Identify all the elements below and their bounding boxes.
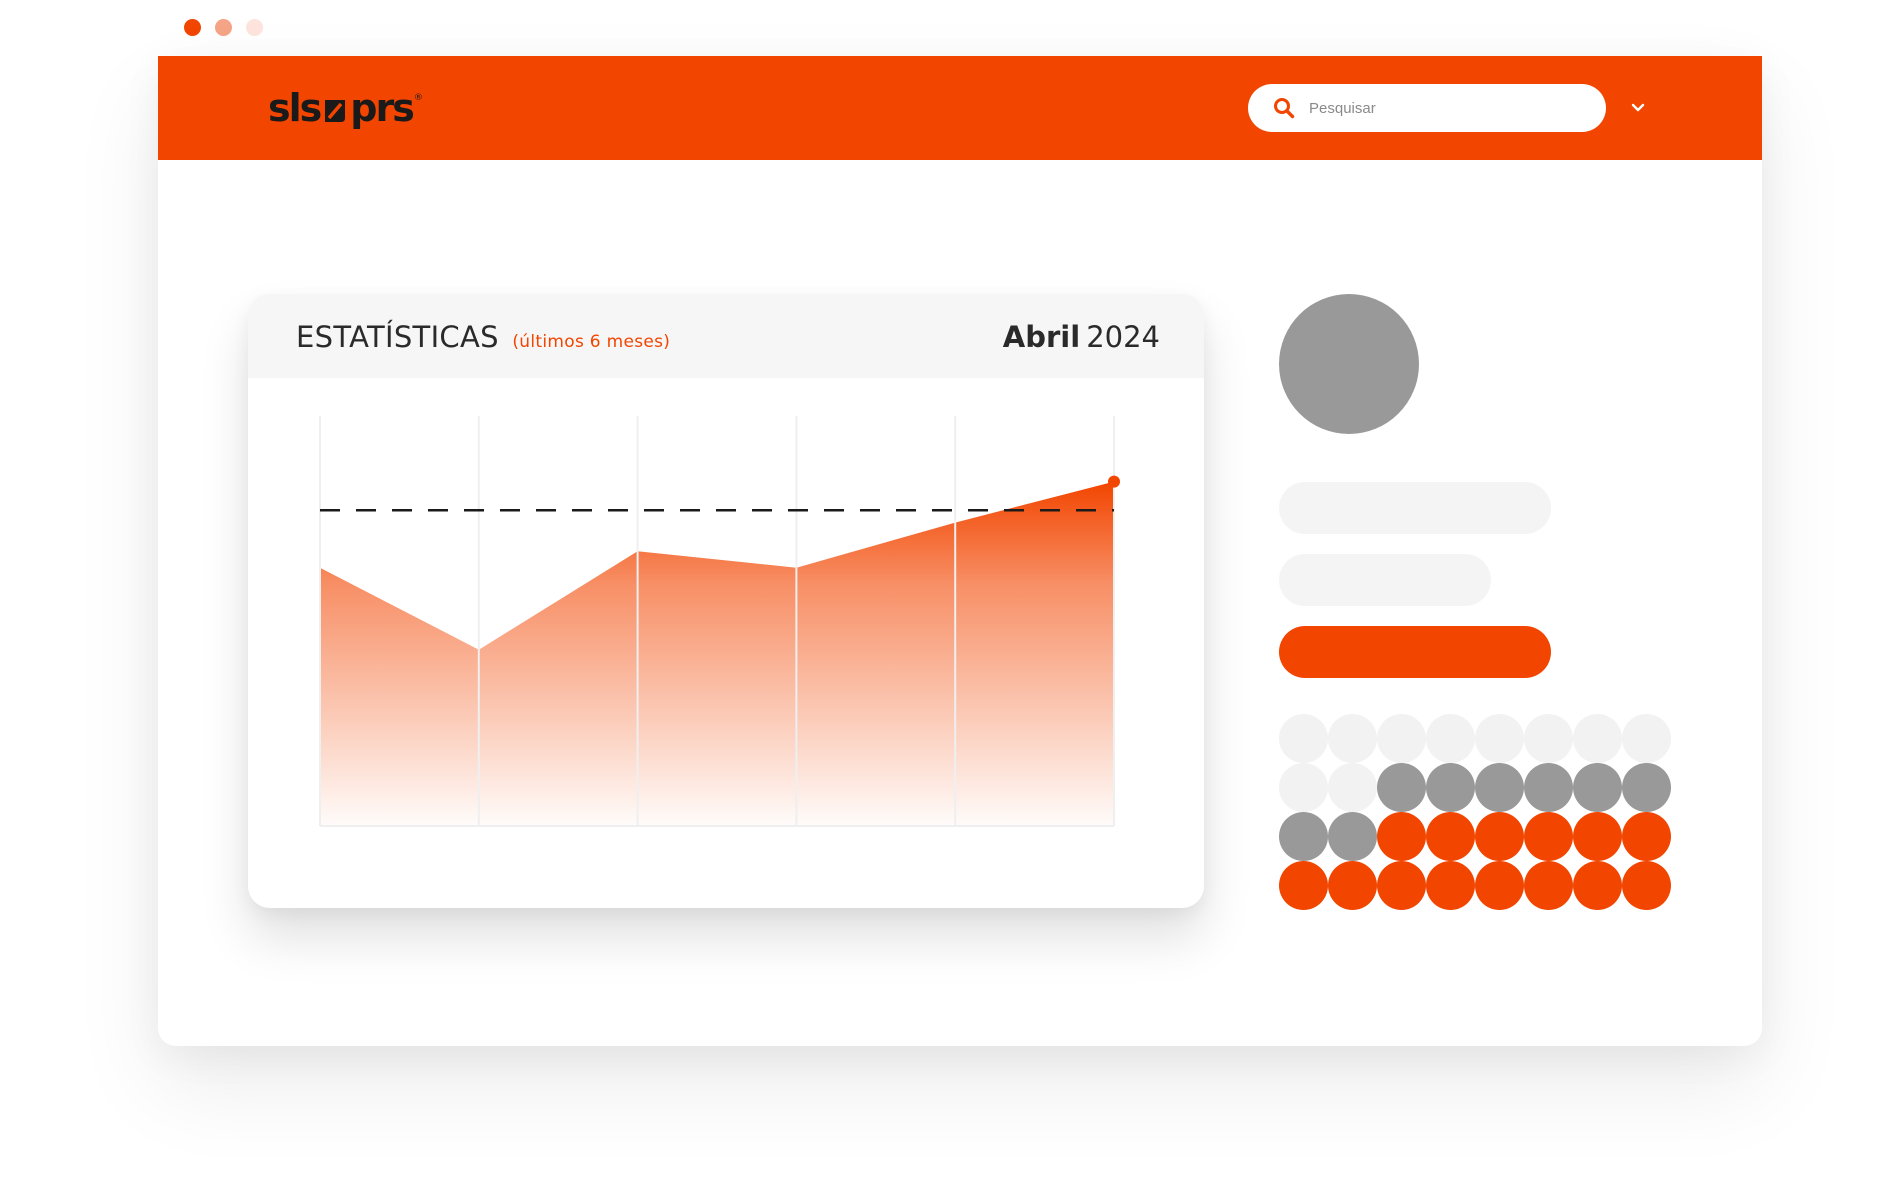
grid-dot: [1524, 812, 1573, 861]
logo-registered-mark: ®: [413, 93, 423, 103]
grid-dot: [1328, 714, 1377, 763]
chart-area-fill: [320, 481, 1114, 826]
logo-text-left: sls: [268, 86, 322, 130]
statistics-card: ESTATÍSTICAS (últimos 6 meses) Abril 2024: [248, 294, 1204, 908]
grid-dot: [1475, 812, 1524, 861]
chart-point-latest: [1108, 475, 1120, 488]
grid-dot: [1524, 763, 1573, 812]
grid-dot: [1328, 861, 1377, 910]
grid-dot: [1426, 714, 1475, 763]
grid-dot: [1377, 714, 1426, 763]
search-bar[interactable]: [1248, 84, 1606, 132]
grid-dot: [1377, 812, 1426, 861]
statistics-area-chart: [319, 416, 1120, 827]
grid-dot: [1279, 763, 1328, 812]
dot-matrix: [1279, 714, 1671, 910]
grid-dot: [1328, 763, 1377, 812]
grid-dot: [1475, 714, 1524, 763]
top-navigation-bar: sls prs ®: [158, 56, 1762, 160]
search-input[interactable]: [1309, 99, 1579, 117]
grid-dot: [1573, 714, 1622, 763]
browser-window: sls prs ® ESTATÍSTICAS: [158, 56, 1762, 1046]
page: sls prs ® ESTATÍSTICAS: [0, 0, 1902, 1193]
grid-dot: [1475, 861, 1524, 910]
grid-dot: [1573, 861, 1622, 910]
statistics-card-header: ESTATÍSTICAS (últimos 6 meses) Abril 2024: [248, 294, 1204, 378]
logo-text-right: prs: [350, 86, 415, 130]
grid-dot: [1279, 714, 1328, 763]
grid-dot: [1622, 812, 1671, 861]
card-title: ESTATÍSTICAS (últimos 6 meses): [296, 320, 670, 354]
grid-dot: [1622, 861, 1671, 910]
grid-dot: [1377, 763, 1426, 812]
profile-line-placeholder: [1279, 482, 1551, 534]
primary-action-button[interactable]: [1279, 626, 1551, 678]
card-period: Abril 2024: [1003, 320, 1160, 354]
window-controls: [184, 19, 263, 36]
close-window-button[interactable]: [184, 19, 201, 36]
grid-dot: [1524, 861, 1573, 910]
grid-dot: [1622, 714, 1671, 763]
grid-dot: [1426, 763, 1475, 812]
grid-dot: [1573, 812, 1622, 861]
grid-dot: [1328, 812, 1377, 861]
grid-dot: [1426, 861, 1475, 910]
grid-dot: [1279, 812, 1328, 861]
card-title-text: ESTATÍSTICAS: [296, 320, 499, 354]
card-year: 2024: [1086, 320, 1160, 354]
maximize-window-button[interactable]: [246, 19, 263, 36]
grid-dot: [1622, 763, 1671, 812]
grid-dot: [1279, 861, 1328, 910]
grid-dot: [1377, 861, 1426, 910]
profile-line-placeholder: [1279, 554, 1491, 606]
logo-mark-icon: [325, 100, 346, 122]
brand-logo[interactable]: sls prs ®: [268, 78, 423, 138]
grid-dot: [1426, 812, 1475, 861]
avatar: [1279, 294, 1419, 434]
grid-dot: [1524, 714, 1573, 763]
grid-dot: [1475, 763, 1524, 812]
card-month: Abril: [1002, 320, 1081, 354]
minimize-window-button[interactable]: [215, 19, 232, 36]
card-subtitle: (últimos 6 meses): [512, 332, 671, 352]
grid-dot: [1573, 763, 1622, 812]
chevron-down-icon[interactable]: [1630, 100, 1646, 116]
search-icon[interactable]: [1273, 97, 1295, 119]
